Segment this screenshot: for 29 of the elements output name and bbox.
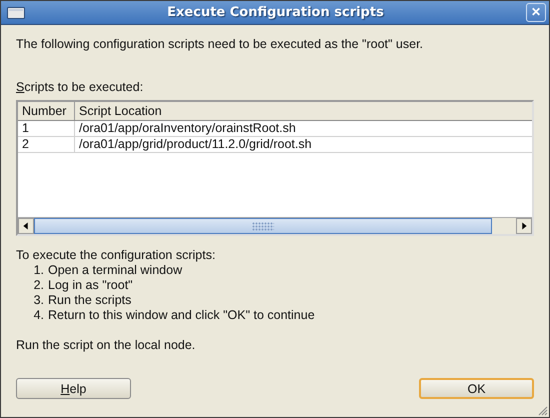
- horizontal-scrollbar[interactable]: [18, 217, 532, 234]
- table-row[interactable]: 1 /ora01/app/oraInventory/orainstRoot.sh: [18, 121, 532, 137]
- column-header[interactable]: Number: [18, 102, 75, 120]
- table-cell: 2: [18, 137, 75, 152]
- scroll-left-icon[interactable]: [18, 218, 34, 234]
- window-menu-icon[interactable]: [7, 6, 25, 18]
- step-text: Log in as "root": [48, 278, 133, 293]
- scroll-right-icon[interactable]: [516, 218, 532, 234]
- table-cell-text: /ora01/app/oraInventory/orainstRoot.sh: [78, 121, 297, 136]
- table-cell: 1: [18, 121, 75, 136]
- column-header[interactable]: Script Location: [75, 102, 532, 120]
- step-number: 3.: [32, 293, 44, 308]
- intro-text: The following configuration scripts need to be executed as the "root" user.: [16, 37, 424, 51]
- table-cell-text: /ora01/app/grid/product/11.2.0/grid/root.sh: [78, 137, 313, 152]
- dialog-button[interactable]: Help: [16, 378, 131, 399]
- step-number: 4.: [32, 308, 44, 323]
- step-text: Open a terminal window: [48, 263, 182, 278]
- note-text: Run the script on the local node.: [16, 338, 196, 352]
- table-row[interactable]: 2 /ora01/app/grid/product/11.2.0/grid/root.sh: [18, 137, 532, 153]
- window-title: Execute Configuration scripts: [166, 5, 385, 20]
- resize-grip-icon[interactable]: [538, 406, 548, 416]
- table-label: Scripts to be executed:: [16, 80, 144, 94]
- step-text: Run the scripts: [48, 293, 132, 308]
- dialog-button[interactable]: OK: [419, 378, 534, 399]
- step-text: Return to this window and click "OK" to continue: [48, 308, 315, 323]
- instructions-heading: To execute the configuration scripts:: [16, 248, 216, 263]
- step-number: 2.: [32, 278, 44, 293]
- step-number: 1.: [32, 263, 44, 278]
- scrollbar-thumb[interactable]: [34, 218, 492, 234]
